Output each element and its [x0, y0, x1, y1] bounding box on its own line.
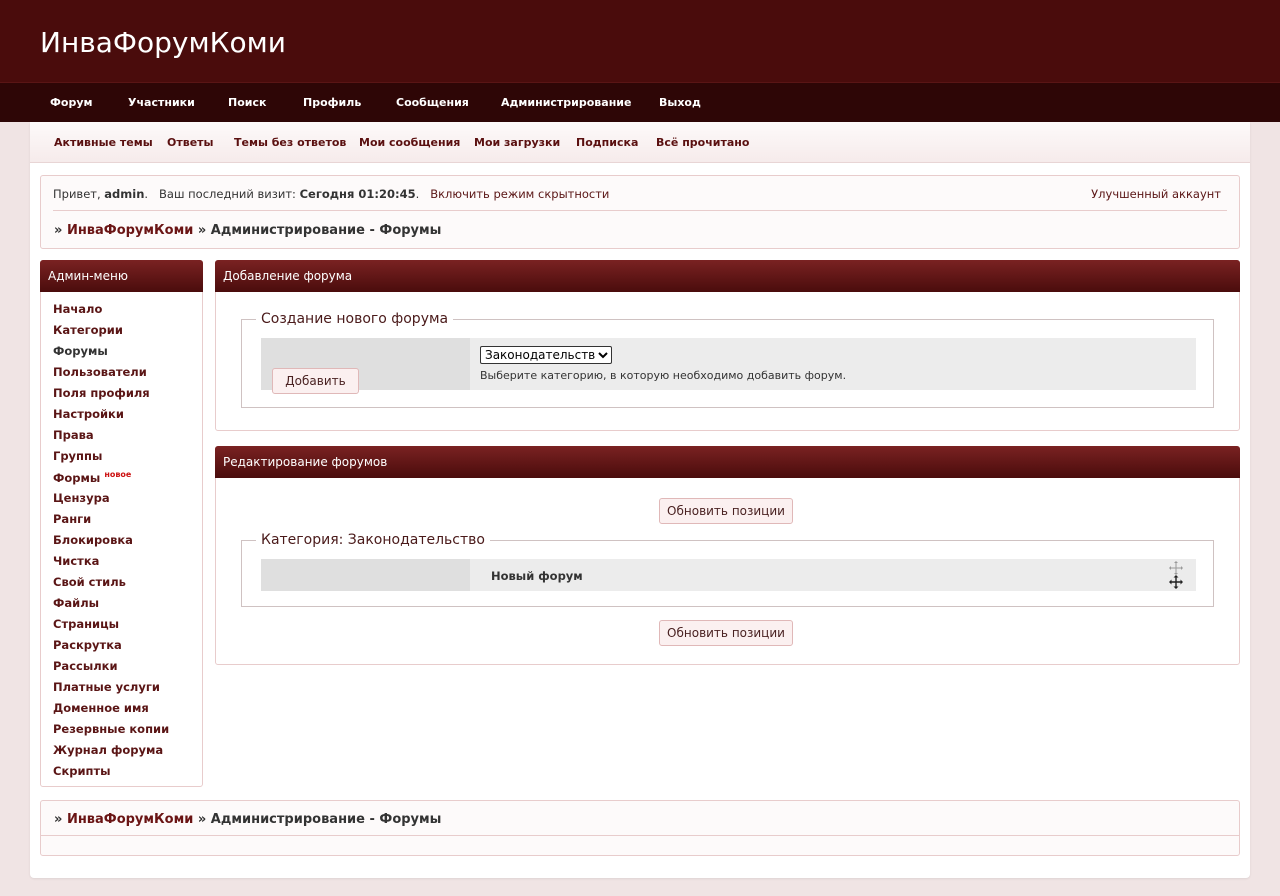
admin-menu-item[interactable]: Файлы	[53, 596, 99, 610]
secondary-navigation: Активные темы Ответы Темы без ответов Мо…	[30, 122, 1250, 163]
edit-forums-panel: Редактирование форумов Обновить позиции …	[215, 446, 1240, 665]
admin-menu: Админ-меню Начало Категории Форумы Польз…	[40, 260, 203, 787]
admin-menu-item-forms[interactable]: Формы новое	[53, 470, 131, 485]
subnav-unanswered[interactable]: Темы без ответов	[234, 136, 346, 149]
admin-menu-item[interactable]: Рассылки	[53, 659, 118, 673]
site-header: ИнваФорумКоми	[0, 0, 1280, 82]
footer-breadcrumb-panel: » ИнваФорумКоми » Администрирование - Фо…	[40, 800, 1240, 856]
breadcrumb-current: Администрирование - Форумы	[210, 812, 442, 827]
nav-forum[interactable]: Форум	[50, 96, 93, 109]
main-container: Активные темы Ответы Темы без ответов Мо…	[30, 122, 1250, 878]
divider	[41, 835, 1239, 836]
nav-search[interactable]: Поиск	[228, 96, 266, 109]
admin-menu-item[interactable]: Цензура	[53, 491, 110, 505]
admin-menu-item[interactable]: Доменное имя	[53, 701, 149, 715]
new-badge: новое	[104, 470, 132, 479]
edit-forums-title: Редактирование форумов	[215, 446, 1240, 478]
subnav-my-posts[interactable]: Мои сообщения	[359, 136, 460, 149]
nav-members[interactable]: Участники	[128, 96, 195, 109]
admin-menu-item[interactable]: Блокировка	[53, 533, 133, 547]
admin-menu-item[interactable]: Раскрутка	[53, 638, 122, 652]
breadcrumb-current: Администрирование - Форумы	[210, 223, 442, 238]
admin-menu-item[interactable]: Журнал форума	[53, 743, 163, 757]
admin-menu-item[interactable]: Настройки	[53, 407, 124, 421]
add-forum-panel: Добавление форума Создание нового форума…	[215, 260, 1240, 431]
breadcrumb-separator: »	[54, 223, 63, 238]
update-positions-button-bottom[interactable]: Обновить позиции	[659, 620, 793, 646]
admin-menu-item[interactable]: Пользователи	[53, 365, 147, 379]
last-visit-label: Ваш последний визит:	[159, 187, 296, 201]
new-forum-legend: Создание нового форума	[261, 311, 449, 327]
breadcrumb-root-link[interactable]: ИнваФорумКоми	[67, 812, 193, 827]
forum-row[interactable]: Новый форум	[470, 559, 1196, 591]
subnav-mark-all-read[interactable]: Всё прочитано	[656, 136, 749, 149]
category-fieldset: Категория: Законодательство Новый форум	[241, 532, 1214, 607]
welcome-panel: Привет, admin. Ваш последний визит: Сего…	[40, 175, 1240, 249]
add-forum-button[interactable]: Добавить	[272, 368, 359, 394]
breadcrumb: » ИнваФорумКоми » Администрирование - Фо…	[54, 223, 441, 238]
last-visit-value: Сегодня 01:20:45	[299, 187, 416, 201]
upgraded-account-link[interactable]: Улучшенный аккаунт	[1091, 187, 1221, 201]
admin-menu-title: Админ-меню	[40, 260, 203, 292]
admin-menu-item[interactable]: Скрипты	[53, 764, 111, 778]
divider	[53, 210, 1227, 211]
admin-menu-item[interactable]: Резервные копии	[53, 722, 169, 736]
move-arrows-icon[interactable]	[1169, 561, 1183, 592]
admin-menu-item[interactable]: Свой стиль	[53, 575, 126, 589]
category-legend: Категория: Законодательство	[261, 532, 485, 548]
nav-logout[interactable]: Выход	[659, 96, 701, 109]
forum-name[interactable]: Новый форум	[491, 569, 583, 583]
admin-menu-item[interactable]: Ранги	[53, 512, 91, 526]
update-positions-button-top[interactable]: Обновить позиции	[659, 498, 793, 524]
stealth-mode-link[interactable]: Включить режим скрытности	[430, 187, 609, 201]
new-forum-fieldset: Создание нового форума Добавить Законода…	[241, 311, 1214, 408]
admin-menu-item[interactable]: Страницы	[53, 617, 119, 631]
greeting-label: Привет,	[53, 187, 101, 201]
admin-menu-item[interactable]: Поля профиля	[53, 386, 150, 400]
category-select[interactable]: Законодательство	[480, 346, 612, 364]
admin-menu-item[interactable]: Чистка	[53, 554, 99, 568]
nav-administration[interactable]: Администрирование	[501, 96, 631, 109]
category-hint: Выберите категорию, в которую необходимо…	[480, 369, 847, 382]
admin-menu-item[interactable]: Категории	[53, 323, 123, 337]
breadcrumb-separator: »	[197, 812, 207, 827]
subnav-my-uploads[interactable]: Мои загрузки	[474, 136, 560, 149]
subnav-subscriptions[interactable]: Подписка	[576, 136, 638, 149]
main-navigation: Форум Участники Поиск Профиль Сообщения …	[0, 82, 1280, 122]
breadcrumb-separator: »	[197, 223, 207, 238]
welcome-line: Привет, admin. Ваш последний визит: Сего…	[53, 187, 610, 201]
forum-row-left-cell	[261, 559, 470, 591]
admin-menu-item[interactable]: Начало	[53, 302, 102, 316]
add-forum-title: Добавление форума	[215, 260, 1240, 292]
nav-profile[interactable]: Профиль	[303, 96, 361, 109]
subnav-replies[interactable]: Ответы	[167, 136, 213, 149]
admin-menu-item[interactable]: Платные услуги	[53, 680, 160, 694]
subnav-active-topics[interactable]: Активные темы	[54, 136, 153, 149]
nav-messages[interactable]: Сообщения	[396, 96, 469, 109]
admin-menu-item[interactable]: Права	[53, 428, 94, 442]
footer-breadcrumb: » ИнваФорумКоми » Администрирование - Фо…	[54, 812, 441, 827]
admin-menu-item-active[interactable]: Форумы	[53, 344, 108, 358]
username[interactable]: admin	[104, 187, 144, 201]
breadcrumb-separator: »	[54, 812, 63, 827]
site-logo[interactable]: ИнваФорумКоми	[40, 26, 286, 59]
breadcrumb-root-link[interactable]: ИнваФорумКоми	[67, 223, 193, 238]
admin-menu-item[interactable]: Группы	[53, 449, 102, 463]
admin-menu-item-label: Формы	[53, 470, 101, 485]
